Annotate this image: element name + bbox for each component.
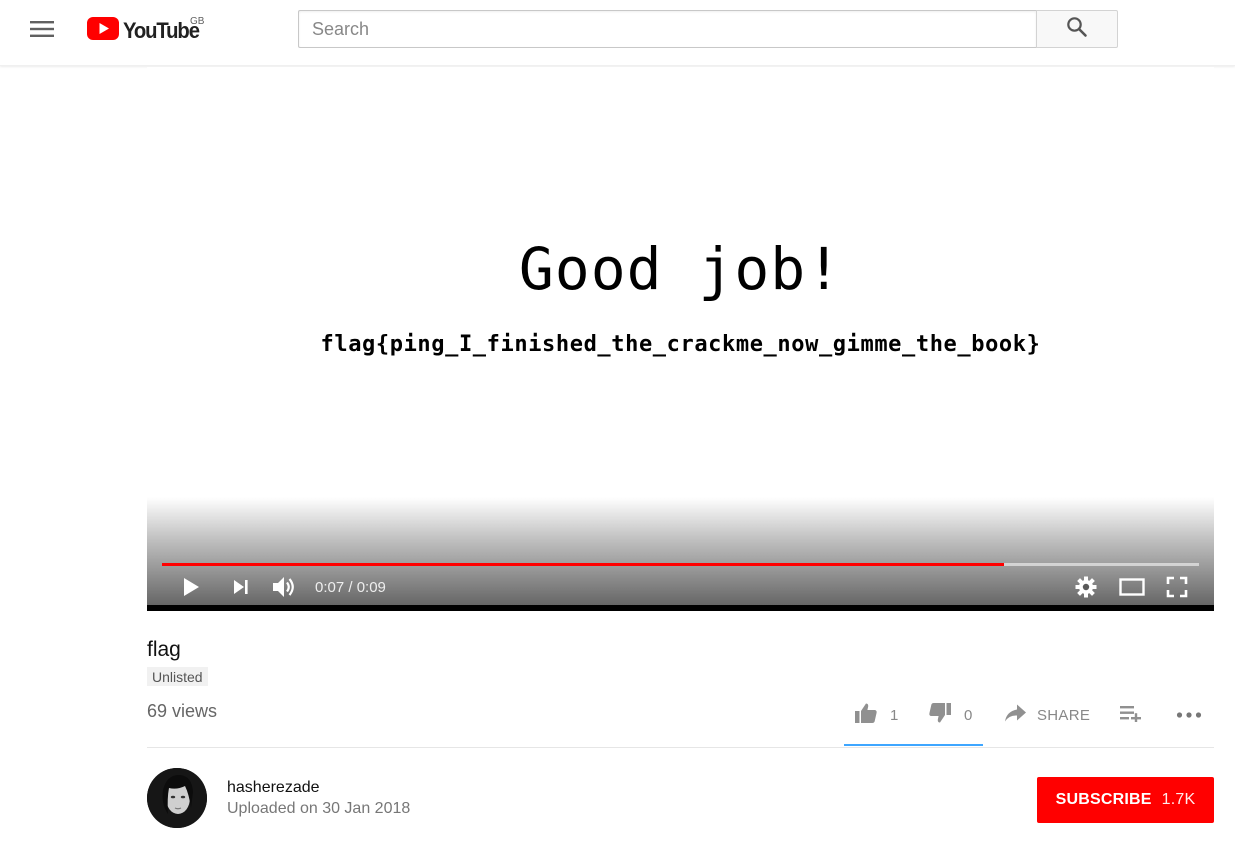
theater-mode-icon [1119, 577, 1145, 601]
share-arrow-icon [1004, 703, 1027, 728]
mute-button[interactable] [269, 575, 301, 603]
progress-played [162, 563, 1005, 566]
next-icon [231, 578, 251, 601]
section-divider [147, 747, 1214, 748]
channel-avatar[interactable] [147, 768, 207, 828]
play-button[interactable] [175, 575, 207, 603]
upload-date: Uploaded on 30 Jan 2018 [227, 800, 411, 817]
search-box [298, 10, 1036, 48]
save-to-playlist-button[interactable] [1120, 700, 1142, 730]
more-actions-button[interactable] [1176, 700, 1202, 730]
fullscreen-button[interactable] [1162, 575, 1192, 603]
next-button[interactable] [227, 575, 255, 603]
guide-menu-button[interactable] [26, 17, 58, 45]
subscribe-button[interactable]: SUBSCRIBE 1.7K [1037, 777, 1214, 823]
search-button[interactable] [1036, 10, 1118, 48]
search-icon [1066, 16, 1088, 43]
video-frame-subtitle: flag{ping_I_finished_the_crackme_now_gim… [320, 332, 1041, 357]
progress-bar[interactable] [162, 563, 1199, 566]
share-button[interactable]: SHARE [1004, 700, 1090, 730]
more-horizontal-icon [1176, 706, 1202, 724]
dislike-button[interactable]: 0 [928, 700, 972, 730]
youtube-logo[interactable]: YouTube [87, 17, 205, 45]
theater-mode-button[interactable] [1117, 575, 1147, 603]
fullscreen-icon [1166, 576, 1188, 603]
view-count: 69 views [147, 701, 218, 721]
logo-wordmark: YouTube [123, 18, 200, 43]
time-display: 0:07 / 0:09 [315, 579, 386, 596]
like-count: 1 [890, 706, 899, 724]
subscriber-count: 1.7K [1161, 791, 1196, 808]
channel-name[interactable]: hasherezade [227, 779, 320, 797]
gear-icon [1075, 576, 1097, 603]
dislike-count: 0 [964, 706, 973, 724]
region-code: GB [190, 16, 205, 27]
subscribe-label: SUBSCRIBE [1055, 791, 1152, 808]
like-button[interactable]: 1 [854, 700, 898, 730]
video-frame-title: Good job! [518, 235, 843, 303]
thumbs-down-icon [928, 702, 952, 729]
controls-gradient [147, 497, 1214, 605]
settings-button[interactable] [1072, 575, 1100, 603]
play-icon [181, 576, 201, 603]
add-to-playlist-icon [1120, 704, 1142, 727]
unlisted-badge: Unlisted [147, 667, 208, 686]
thumbs-up-icon [854, 702, 878, 729]
video-player[interactable]: Good job! flag{ping_I_finished_the_crack… [147, 67, 1214, 611]
hamburger-icon [30, 20, 54, 43]
video-title: flag [147, 638, 181, 661]
share-label: SHARE [1037, 706, 1091, 724]
youtube-play-icon [87, 17, 119, 45]
player-bottom-strip [147, 605, 1214, 611]
masthead: YouTube GB [0, 0, 1235, 66]
search-input[interactable] [299, 11, 1036, 47]
volume-icon [271, 575, 299, 604]
like-dislike-sentiment-bar [844, 744, 983, 746]
